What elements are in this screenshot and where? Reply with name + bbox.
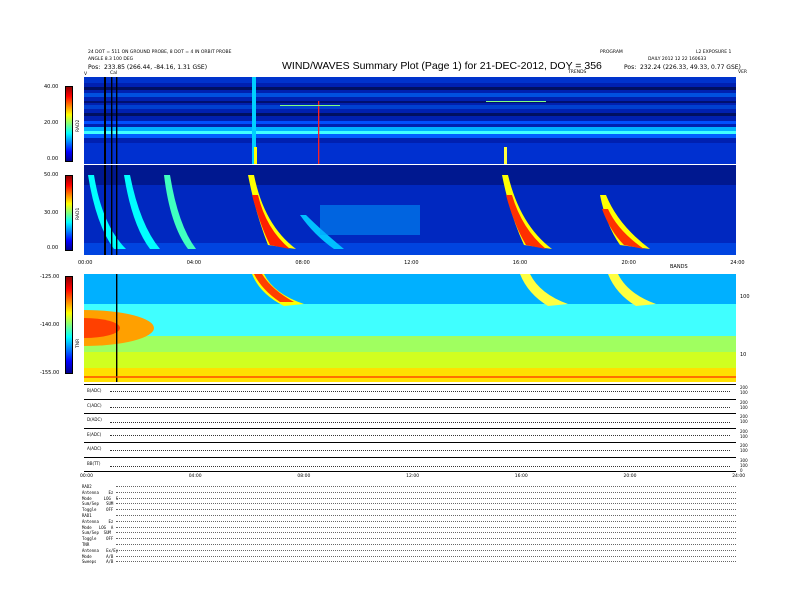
hk-row-label: BB(TT) [87, 460, 101, 466]
header-angle-line: ANGLE 8.3 100 DEG [88, 57, 134, 62]
rad1-colorbar [65, 175, 73, 251]
rad2-spectrogram [84, 77, 736, 164]
cal-marker: Cal [110, 71, 118, 76]
hk-right-tick: 100 [740, 419, 748, 424]
hk-time-tick-label: 16:00 [514, 474, 528, 479]
hk-time-tick-label: 12:00 [406, 474, 420, 479]
hk-trace [110, 422, 730, 423]
settings-line: Antenna Ez [82, 489, 114, 495]
hk-right-tick: 100 [740, 448, 748, 453]
settings-dot-row [116, 491, 736, 493]
settings-dot-row [116, 486, 736, 487]
hk-row-border [84, 456, 736, 458]
hk-right-tick: 100 [740, 433, 748, 439]
trend-label: TRENDS [568, 70, 587, 75]
rad1-tick-bottom: 0.00 [47, 245, 59, 251]
instrument-settings: RAD2 Antenna Ez Mode LOG S Sum/Sep SUM Toggl… [82, 484, 118, 565]
tnr-spectrogram [84, 274, 736, 382]
time-tick-label: 08:00 [295, 260, 310, 266]
settings-dot-row [116, 526, 736, 528]
hk-row-border [84, 427, 736, 429]
settings-dot-row [116, 520, 736, 522]
rad2-colorbar [65, 86, 73, 162]
rad1-spectrogram [84, 165, 736, 255]
hk-row-border [84, 471, 736, 472]
header-program: PROGRAM [600, 50, 623, 55]
rad1-tick-top: 50.00 [44, 172, 59, 178]
time-tick-label: 12:00 [404, 260, 419, 266]
settings-dot-row [116, 532, 736, 534]
settings-line: Antenna Ez [82, 518, 114, 524]
settings-dot-row [116, 538, 736, 540]
tnr-right-tick-100: 100 [740, 294, 750, 300]
tnr-tick-top: -125.00 [40, 274, 60, 280]
hk-row-border [84, 442, 736, 443]
hk-row-label: E(ADC) [87, 431, 102, 437]
header-code: L2 EXPOSURE 1 [696, 50, 732, 55]
settings-dot-row [116, 503, 736, 505]
rad2-tick-mid: 20.00 [44, 120, 59, 126]
header-left-pos-label: Pos: [88, 64, 101, 71]
rad2-tick-bottom: 0.00 [47, 156, 59, 162]
settings-dot-row [116, 544, 736, 545]
rad2-label: RAD2 [76, 119, 81, 132]
hk-right-tick: 100 [740, 404, 748, 410]
hk-trace [110, 450, 730, 451]
time-tick-label: 00:00 [78, 260, 93, 266]
page-title: WIND/WAVES Summary Plot (Page 1) for 21-… [282, 60, 602, 72]
header-left-pos-value: 233.85 (266.44, -84.16, 1.31 GSE) [104, 64, 208, 71]
settings-dot-row [116, 515, 736, 516]
bands-label: BANDS [670, 264, 688, 270]
hk-row-label: A(ADC) [87, 446, 102, 451]
hk-time-tick-label: 04:00 [188, 474, 202, 479]
settings-dot-row [116, 497, 736, 499]
hk-row-border [84, 398, 736, 400]
tnr-tick-bottom: -155.00 [40, 370, 60, 376]
header-right-pos-value: 232.24 (226.33, 49.33, 0.77 GSE) [640, 64, 741, 71]
hk-row-border [84, 413, 736, 414]
tnr-colorbar [65, 276, 73, 374]
hk-row-label: C(ADC) [87, 402, 102, 408]
time-tick-label: 16:00 [512, 260, 528, 266]
hk-trace [110, 391, 730, 392]
settings-line: Antenna Ex/Ey [82, 547, 119, 553]
tnr-label: TNR [76, 338, 81, 348]
ver-label: VER [738, 70, 748, 75]
time-tick-label: 04:00 [186, 260, 202, 266]
hk-trace [110, 406, 730, 408]
settings-dot-row [116, 555, 736, 557]
settings-dot-row [116, 549, 736, 551]
header-probe-line: 24 DOT = 511 ON GROUND PROBE, 8 DOT = 4 … [88, 50, 232, 55]
hk-row-label: B(ADC) [87, 388, 102, 393]
hk-top-border [84, 384, 736, 385]
tnr-right-tick-10: 10 [740, 352, 747, 358]
hk-time-tick-label: 24:00 [732, 474, 746, 479]
hk-trace [110, 465, 730, 467]
settings-line: Sweeps A/B [82, 559, 114, 565]
hk-right-tick: 100 [740, 390, 748, 395]
hk-right-tick: 0 [740, 467, 743, 473]
rad1-label: RAD1 [76, 207, 81, 220]
settings-dot-row [116, 561, 736, 563]
hk-time-tick-label: 08:00 [297, 474, 311, 479]
hk-row-label: D(ADC) [87, 417, 102, 422]
rad2-tick-top: 40.00 [44, 84, 59, 90]
time-tick-label: 24:00 [730, 260, 745, 266]
header-daily: DAILY 2012 12 22 160633 [648, 57, 707, 62]
rad1-tick-mid: 30.00 [44, 210, 59, 216]
settings-dot-row [116, 509, 736, 511]
hk-trace [110, 434, 730, 436]
time-tick-label: 20:00 [621, 260, 636, 266]
hk-time-tick-label: 20:00 [623, 474, 637, 479]
hk-time-tick-label: 00:00 [80, 474, 93, 479]
tnr-tick-mid: -140.00 [40, 322, 60, 328]
header-right-pos-label: Pos: [624, 64, 637, 71]
